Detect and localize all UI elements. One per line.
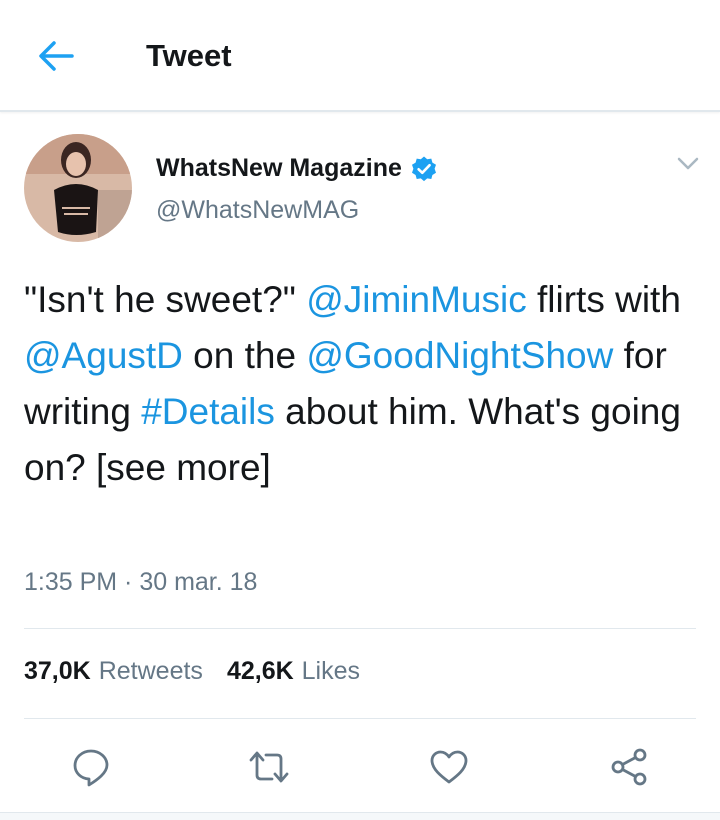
reply-icon: [73, 749, 109, 787]
tweet-text-segment: on the: [182, 335, 307, 376]
page-title: Tweet: [146, 38, 232, 73]
chevron-down-icon: [677, 157, 699, 170]
tweet-text: "Isn't he sweet?" @JiminMusic flirts wit…: [24, 272, 696, 496]
reply-button[interactable]: [68, 744, 114, 790]
mention-link[interactable]: @JiminMusic: [306, 279, 527, 320]
likes-count: 42,6K: [226, 657, 294, 685]
like-icon: [430, 750, 468, 784]
likes-label: Likes: [301, 657, 361, 685]
like-button[interactable]: [426, 744, 472, 790]
avatar-image: [24, 134, 132, 242]
author-name-row[interactable]: WhatsNew Magazine: [156, 154, 438, 183]
bottom-edge: [0, 812, 720, 820]
share-button[interactable]: [606, 744, 652, 790]
divider: [24, 718, 696, 719]
author-name[interactable]: WhatsNew Magazine: [156, 154, 402, 183]
likes-stat[interactable]: 42,6K Likes: [227, 657, 360, 686]
avatar[interactable]: [24, 134, 132, 242]
tweet-text-segment: "Isn't he sweet?": [24, 279, 307, 320]
author-handle[interactable]: @WhatsNewMAG: [156, 196, 359, 225]
back-button[interactable]: [36, 38, 76, 74]
retweets-label: Retweets: [98, 657, 203, 685]
mention-link[interactable]: @AgustD: [24, 335, 183, 376]
tweet-menu-button[interactable]: [672, 152, 704, 176]
verified-badge-icon: [411, 156, 436, 181]
retweet-button[interactable]: [246, 744, 292, 790]
tweet-timestamp: 1:35 PM · 30 mar. 18: [24, 568, 258, 596]
retweets-stat[interactable]: 37,0K Retweets: [24, 657, 203, 686]
mention-link[interactable]: @GoodNightShow: [306, 335, 613, 376]
top-bar: Tweet: [0, 0, 720, 112]
divider: [24, 628, 696, 629]
tweet-stats: 37,0K Retweets 42,6K Likes: [24, 657, 360, 686]
retweet-icon: [249, 751, 289, 783]
arrow-left-icon: [39, 41, 74, 71]
hashtag-link[interactable]: #Details: [141, 391, 275, 432]
tweet-text-segment: flirts with: [526, 279, 681, 320]
share-icon: [611, 748, 647, 786]
retweets-count: 37,0K: [24, 657, 91, 685]
